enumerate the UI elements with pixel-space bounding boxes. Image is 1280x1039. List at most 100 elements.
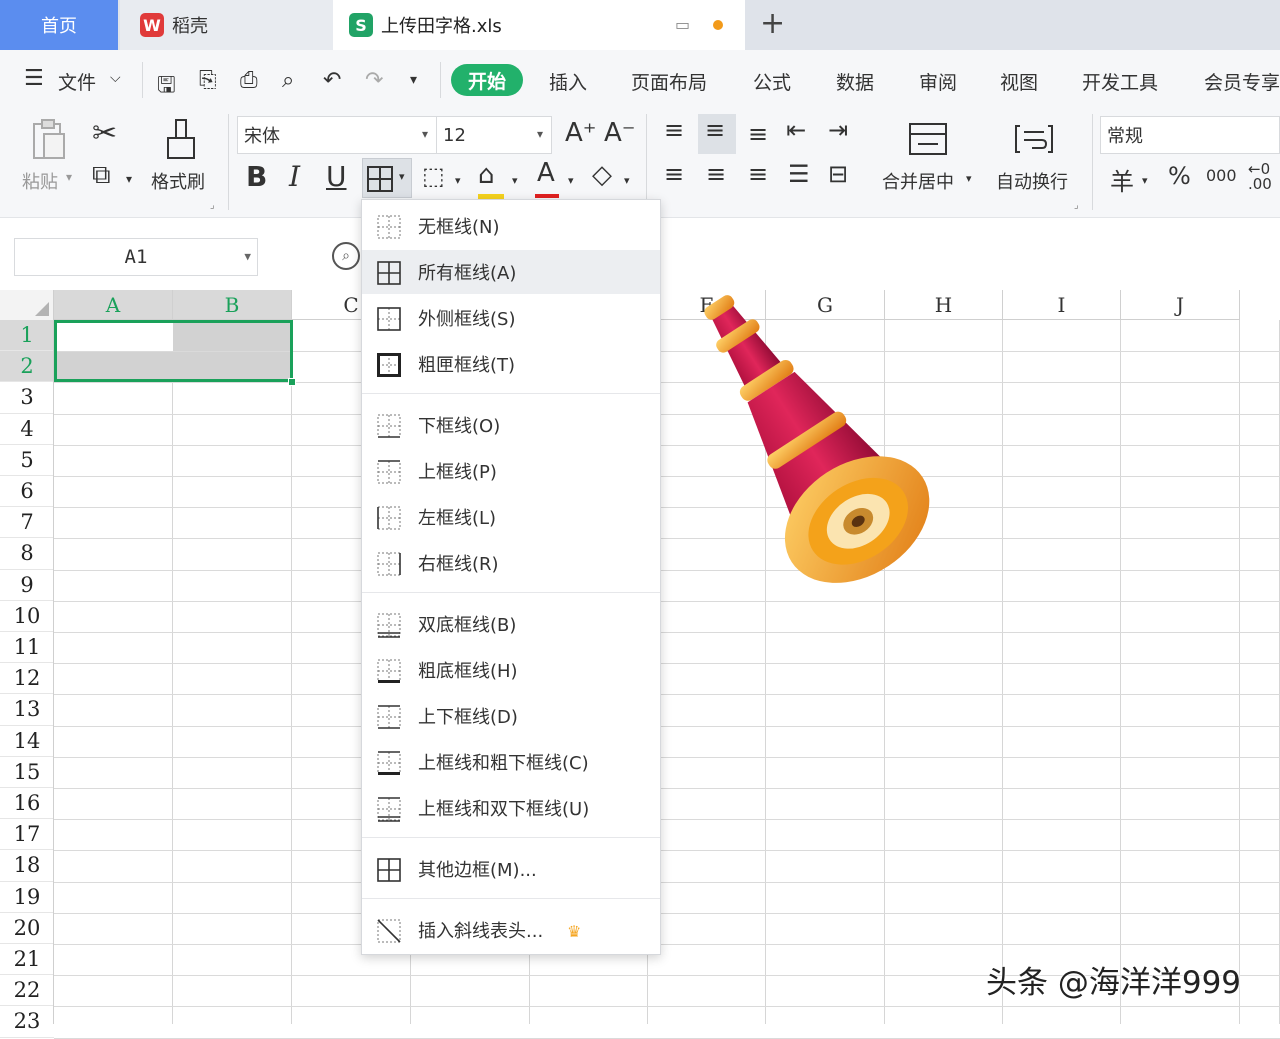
tab-document[interactable]: S 上传田字格.xls ▭ — [333, 0, 745, 50]
row-header-12[interactable]: 12 — [0, 663, 54, 695]
fill-color-icon[interactable]: ⌂ — [478, 160, 495, 190]
align-right-icon[interactable]: ≡ — [748, 160, 768, 188]
eraser-icon[interactable]: ◇ — [592, 160, 612, 190]
row-header-13[interactable]: 13 — [0, 694, 54, 726]
border-menu-item-top-border[interactable]: 上框线(P) — [362, 449, 660, 493]
chevron-down-icon[interactable]: ▾ — [512, 174, 518, 187]
border-menu-item-bottom-border[interactable]: 下框线(O) — [362, 403, 660, 447]
row-header-6[interactable]: 6 — [0, 476, 54, 508]
underline-icon[interactable]: U — [326, 160, 347, 193]
cell-style-icon[interactable]: ⬚ — [422, 162, 445, 190]
row-header-16[interactable]: 16 — [0, 788, 54, 820]
row-header-9[interactable]: 9 — [0, 570, 54, 601]
window-icon[interactable]: ▭ — [675, 15, 690, 34]
border-menu-item-thick-bottom-border[interactable]: 粗底框线(H) — [362, 648, 660, 692]
align-middle-button[interactable]: ≡ — [698, 114, 736, 154]
row-header-22[interactable]: 22 — [0, 975, 54, 1007]
font-color-icon[interactable]: A — [537, 158, 555, 188]
align-center-icon[interactable]: ≡ — [706, 160, 726, 188]
column-header-j[interactable]: J — [1121, 290, 1240, 320]
menu-start[interactable]: 开始 — [451, 64, 523, 96]
column-header-b[interactable]: B — [173, 290, 292, 320]
border-menu-item-more-borders[interactable]: 其他边框(M)... — [362, 847, 660, 891]
increase-indent-icon[interactable]: ⇥ — [828, 116, 848, 144]
align-bottom-icon[interactable]: ≡ — [748, 120, 768, 148]
row-header-19[interactable]: 19 — [0, 882, 54, 913]
row-header-2[interactable]: 2 — [0, 351, 54, 383]
save-icon[interactable]: 🖫 — [157, 68, 176, 106]
menu-developer[interactable]: 开发工具 — [1082, 68, 1158, 95]
row-header-21[interactable]: 21 — [0, 944, 54, 976]
wrap-text-icon[interactable] — [1014, 122, 1054, 156]
border-menu-item-all-borders[interactable]: 所有框线(A) — [362, 250, 660, 294]
border-menu-item-right-border[interactable]: 右框线(R) — [362, 541, 660, 585]
font-name-select[interactable]: 宋体 ▾ — [237, 116, 437, 154]
row-header-23[interactable]: 23 — [0, 1006, 54, 1038]
percent-icon[interactable]: % — [1168, 162, 1191, 190]
border-menu-item-no-border[interactable]: 无框线(N) — [362, 204, 660, 248]
align-left-icon[interactable]: ≡ — [664, 160, 684, 188]
chevron-down-icon[interactable]: ▾ — [1142, 174, 1148, 187]
menu-formulas[interactable]: 公式 — [753, 68, 791, 95]
zoom-icon[interactable]: ⌕ — [332, 242, 360, 270]
row-header-1[interactable]: 1 — [0, 320, 54, 352]
row-header-18[interactable]: 18 — [0, 850, 54, 882]
chevron-down-icon[interactable]: ▼ — [244, 250, 251, 263]
border-menu-item-top-double-bottom-border[interactable]: 上框线和双下框线(U) — [362, 786, 660, 830]
redo-icon[interactable]: ↷ — [365, 68, 383, 93]
currency-icon[interactable]: 羊 — [1110, 162, 1134, 197]
name-box[interactable]: A1 ▼ — [14, 238, 258, 276]
menu-member[interactable]: 会员专享 — [1204, 68, 1280, 95]
bold-icon[interactable]: B — [246, 160, 267, 193]
chevron-down-icon[interactable]: ▾ — [966, 172, 972, 185]
border-button[interactable]: ▾ — [362, 158, 412, 198]
print-preview-icon[interactable]: ⌕ — [282, 68, 294, 93]
menu-insert[interactable]: 插入 — [549, 68, 587, 95]
tab-home[interactable]: 首页 — [0, 0, 118, 50]
paste-dropdown-icon[interactable]: ▾ — [66, 170, 72, 184]
border-menu-item-left-border[interactable]: 左框线(L) — [362, 495, 660, 539]
column-header-i[interactable]: I — [1003, 290, 1121, 320]
undo-icon[interactable]: ↶ — [323, 68, 341, 93]
menu-file[interactable]: 文件 — [58, 68, 96, 95]
row-header-3[interactable]: 3 — [0, 382, 54, 414]
dialog-launcher-icon[interactable]: ⌟ — [1074, 200, 1079, 211]
border-menu-item-double-bottom-border[interactable]: 双底框线(B) — [362, 602, 660, 646]
new-tab-button[interactable]: + — [760, 6, 785, 41]
menu-review[interactable]: 审阅 — [919, 68, 957, 95]
increase-decimal-icon[interactable]: ←0.00 — [1248, 162, 1272, 192]
select-all-corner[interactable] — [0, 290, 54, 320]
menu-view[interactable]: 视图 — [1000, 68, 1038, 95]
border-menu-item-diagonal-header[interactable]: 插入斜线表头... ♛ — [362, 908, 660, 952]
print-icon[interactable]: ⎙ — [240, 68, 258, 93]
menu-data[interactable]: 数据 — [836, 68, 874, 95]
decrease-indent-icon[interactable]: ⇤ — [786, 116, 806, 144]
row-header-14[interactable]: 14 — [0, 726, 54, 757]
menu-page-layout[interactable]: 页面布局 — [631, 68, 707, 95]
decrease-font-icon[interactable]: A⁻ — [604, 118, 636, 148]
column-header-a[interactable]: A — [54, 290, 173, 320]
font-size-select[interactable]: 12 ▾ — [436, 116, 552, 154]
merge-center-label[interactable]: 合并居中 — [882, 168, 954, 194]
thousands-icon[interactable]: 000 — [1206, 166, 1237, 185]
align-top-icon[interactable]: ≡ — [664, 116, 684, 144]
chevron-down-icon[interactable]: ▾ — [568, 174, 574, 187]
merge-center-icon[interactable] — [908, 122, 948, 156]
row-header-20[interactable]: 20 — [0, 913, 54, 944]
border-menu-item-top-bottom-border[interactable]: 上下框线(D) — [362, 694, 660, 738]
border-menu-item-top-thick-bottom-border[interactable]: 上框线和粗下框线(C) — [362, 740, 660, 784]
row-header-11[interactable]: 11 — [0, 632, 54, 664]
row-header-5[interactable]: 5 — [0, 445, 54, 476]
chevron-down-icon[interactable]: ▾ — [455, 174, 461, 187]
row-header-10[interactable]: 10 — [0, 601, 54, 632]
paste-icon[interactable] — [28, 118, 68, 162]
copy-icon[interactable]: ⧉ — [92, 160, 111, 191]
justify-icon[interactable]: ☰ — [788, 160, 810, 188]
chevron-down-icon[interactable]: ▾ — [624, 174, 630, 187]
distributed-icon[interactable]: ⊟ — [828, 160, 848, 188]
border-menu-item-outside-borders[interactable]: 外侧框线(S) — [362, 296, 660, 340]
chevron-down-icon[interactable]: ⌵ — [110, 70, 121, 86]
row-header-4[interactable]: 4 — [0, 414, 54, 445]
format-painter-icon[interactable] — [164, 118, 198, 162]
format-painter-label[interactable]: 格式刷 — [151, 168, 205, 194]
